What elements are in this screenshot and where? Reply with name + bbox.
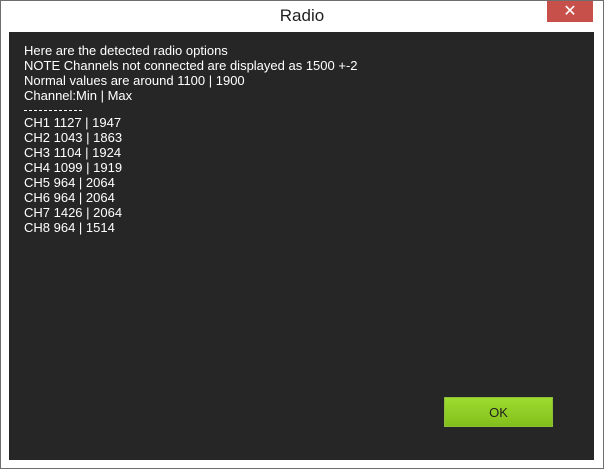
close-button[interactable]: ✕ [547,1,593,22]
message-line-normal-values: Normal values are around 1100 | 1900 [24,73,245,88]
channel-row-ch5: CH5 964 | 2064 [24,175,115,190]
close-icon: ✕ [563,1,577,20]
channel-row-ch8: CH8 964 | 1514 [24,220,115,235]
channel-row-ch4: CH4 1099 | 1919 [24,160,123,175]
dialog-content: Here are the detected radio options NOTE… [9,32,594,460]
channel-row-ch7: CH7 1426 | 2064 [24,205,123,220]
window-title: Radio [279,6,325,25]
channel-row-ch1: CH1 1127 | 1947 [24,115,122,130]
channel-row-ch6: CH6 964 | 2064 [24,190,115,205]
title-bar[interactable]: Radio ✕ [1,1,603,31]
message-line-header: Channel:Min | Max [24,88,133,103]
ok-button[interactable]: OK [444,397,553,427]
channel-row-ch2: CH2 1043 | 1863 [24,130,123,145]
channel-row-ch3: CH3 1104 | 1924 [24,145,122,160]
message-line-intro: Here are the detected radio options [24,43,228,58]
radio-message: Here are the detected radio options NOTE… [24,43,358,235]
radio-dialog-window: Radio ✕ Here are the detected radio opti… [0,0,604,469]
message-line-note: NOTE Channels not connected are displaye… [24,58,358,73]
